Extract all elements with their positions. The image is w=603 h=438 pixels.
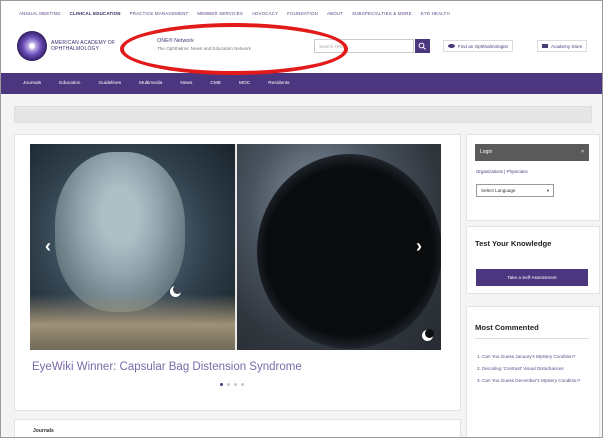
utility-nav-member-services[interactable]: Member Services <box>197 11 243 23</box>
utility-nav-subspecialties[interactable]: Subspecialties & More <box>352 11 412 23</box>
nav-guidelines[interactable]: Guidelines <box>98 81 121 86</box>
light-reflex-left <box>170 285 182 297</box>
lower-iris <box>30 294 235 350</box>
distended-capsule <box>55 152 185 312</box>
utility-nav-advocacy[interactable]: Advocacy <box>252 11 278 23</box>
nav-residents[interactable]: Residents <box>268 81 289 86</box>
utility-nav-annual-meeting[interactable]: Annual Meeting <box>19 11 61 23</box>
utility-nav-clinical-education[interactable]: Clinical Education <box>70 11 121 23</box>
carousel-dot-3[interactable] <box>234 383 237 386</box>
divider <box>475 338 589 339</box>
carousel-dot-1[interactable] <box>220 383 223 386</box>
slit-lamp-image-left <box>30 144 235 350</box>
carousel-pager <box>220 383 244 386</box>
slit-lamp-image-right <box>237 144 441 350</box>
annotation-ellipse <box>120 23 348 75</box>
utility-nav-about[interactable]: About <box>327 11 343 23</box>
find-ophthalmologist-label: Find an Ophthalmologist <box>458 43 508 49</box>
utility-nav-practice-management[interactable]: Practice Management <box>130 11 189 23</box>
nav-journals[interactable]: Journals <box>23 81 41 86</box>
login-links[interactable]: Organizations | Physicians <box>476 169 528 174</box>
store-button[interactable]: Academy Store <box>537 40 588 52</box>
store-label: Academy Store <box>551 43 583 49</box>
nav-news[interactable]: News <box>180 81 192 86</box>
cart-icon <box>542 44 548 48</box>
light-reflex-right <box>422 329 434 341</box>
logo-text[interactable]: American Academy of Ophthalmology <box>51 40 126 52</box>
carousel-next-arrow-icon[interactable]: › <box>412 237 426 255</box>
self-assessment-button[interactable]: Take a Self-Assessment <box>476 269 588 286</box>
chevron-down-icon: ▾ <box>546 188 549 193</box>
featured-carousel[interactable]: ‹ › <box>30 144 441 350</box>
most-commented-list: 1. Can You Guess January's Mystery Condi… <box>477 354 582 390</box>
carousel-dot-4[interactable] <box>241 383 244 386</box>
carousel-dot-2[interactable] <box>227 383 230 386</box>
nav-cme[interactable]: CME <box>210 81 221 86</box>
journals-card: Journals <box>14 419 461 437</box>
nav-moc[interactable]: MOC <box>239 81 250 86</box>
find-ophthalmologist-button[interactable]: Find an Ophthalmologist <box>443 40 513 52</box>
nav-multimedia[interactable]: Multimedia <box>139 81 162 86</box>
nav-education[interactable]: Education <box>59 81 80 86</box>
test-knowledge-title: Test Your Knowledge <box>475 239 552 248</box>
carousel-prev-arrow-icon[interactable]: ‹ <box>41 237 55 255</box>
eye-icon <box>448 44 455 48</box>
language-select-value: Select Language <box>481 188 516 193</box>
list-item[interactable]: 3. Can You Guess December's Mystery Cond… <box>477 378 582 384</box>
main-nav: Journals Education Guidelines Multimedia… <box>1 73 602 94</box>
close-icon[interactable]: × <box>581 149 584 155</box>
most-commented-title: Most Commented <box>475 323 539 332</box>
aao-logo-icon[interactable] <box>17 31 47 61</box>
utility-nav-eye-health[interactable]: Eye Health <box>421 11 450 23</box>
image-divider <box>235 144 237 350</box>
journals-heading: Journals <box>33 428 54 434</box>
carousel-headline[interactable]: EyeWiki Winner: Capsular Bag Distension … <box>32 361 302 373</box>
utility-nav-foundation[interactable]: Foundation <box>287 11 318 23</box>
browser-frame: Annual Meeting Clinical Education Practi… <box>0 0 603 438</box>
language-select[interactable]: Select Language ▾ <box>476 184 554 197</box>
breadcrumb-bar <box>14 106 592 123</box>
login-button[interactable]: Login × <box>475 144 589 161</box>
search-button[interactable] <box>415 39 430 53</box>
list-item[interactable]: 1. Can You Guess January's Mystery Condi… <box>477 354 582 360</box>
utility-nav: Annual Meeting Clinical Education Practi… <box>19 11 592 23</box>
login-label: Login <box>480 149 493 155</box>
search-icon <box>418 42 426 50</box>
list-item[interactable]: 2. Decoding 'Contrast' Visual Disturbanc… <box>477 366 582 372</box>
